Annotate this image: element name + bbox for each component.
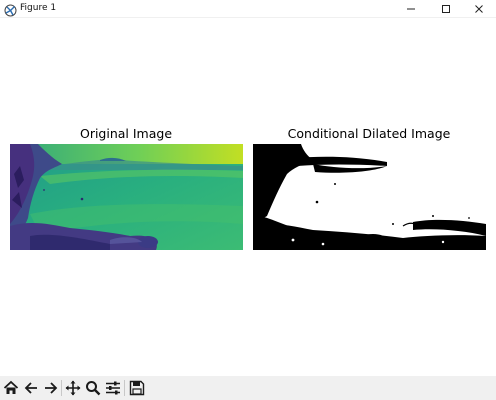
- configure-subplots-button[interactable]: [104, 379, 122, 397]
- close-icon: [475, 4, 483, 13]
- pan-button[interactable]: [64, 379, 82, 397]
- panel-title-dilated: Conditional Dilated Image: [287, 126, 451, 141]
- save-button[interactable]: [128, 379, 146, 397]
- toolbar-separator: [61, 380, 62, 396]
- panel-title-original: Original Image: [79, 126, 173, 141]
- window-title: Figure 1: [20, 3, 57, 13]
- window-titlebar: Figure 1: [0, 0, 496, 18]
- toolbar-separator: [124, 380, 125, 396]
- save-icon: [129, 380, 145, 396]
- forward-arrow-icon: [45, 382, 58, 394]
- pan-icon: [65, 380, 81, 396]
- figure-canvas[interactable]: Original Image Conditional Dilated Image: [0, 18, 496, 375]
- forward-button[interactable]: [42, 379, 60, 397]
- navigation-toolbar: [0, 376, 496, 400]
- home-icon: [3, 380, 19, 394]
- home-button[interactable]: [2, 379, 20, 397]
- back-arrow-icon: [24, 382, 37, 394]
- original-image[interactable]: [10, 144, 243, 250]
- maximize-icon: [442, 4, 450, 13]
- zoom-button[interactable]: [84, 379, 102, 397]
- minimize-button[interactable]: [394, 0, 428, 17]
- close-button[interactable]: [462, 0, 496, 17]
- maximize-button[interactable]: [429, 0, 463, 17]
- back-button[interactable]: [22, 379, 40, 397]
- subplots-config-icon: [106, 381, 120, 395]
- matplotlib-figure-icon: [4, 2, 17, 17]
- dilated-image[interactable]: [253, 144, 486, 250]
- zoom-icon: [86, 381, 101, 396]
- minimize-icon: [407, 8, 415, 9]
